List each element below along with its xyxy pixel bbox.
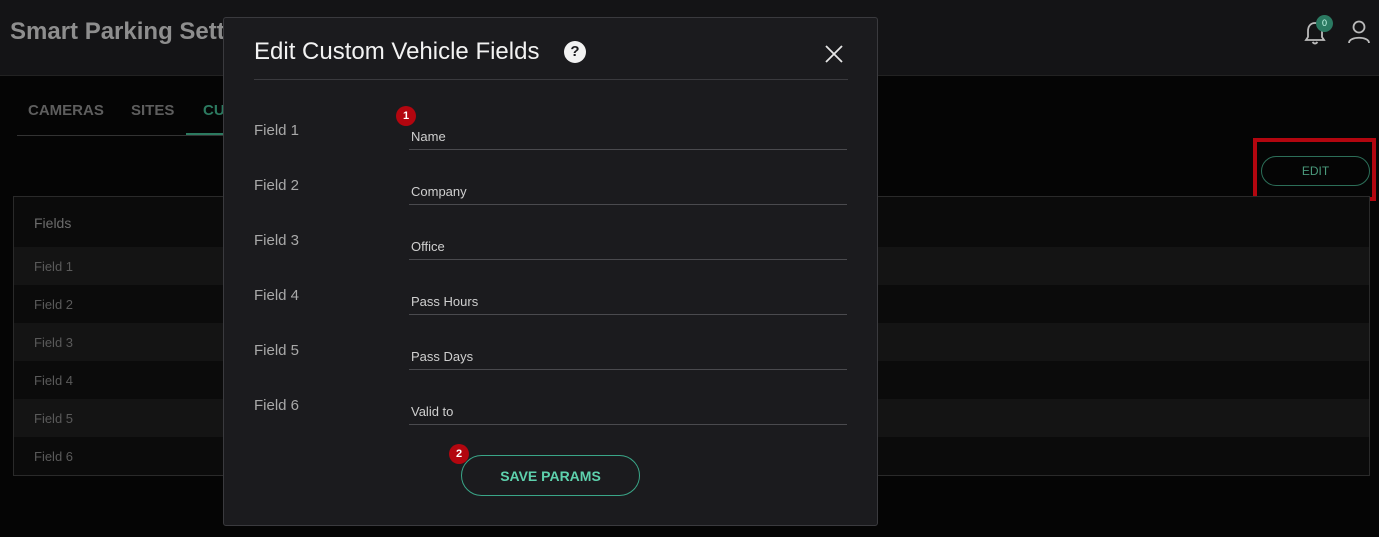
field-1-input[interactable] xyxy=(409,124,847,150)
field-label: Field 3 xyxy=(254,232,300,249)
field-2-input[interactable] xyxy=(409,179,847,205)
table-cell: Field 3 xyxy=(34,335,74,350)
field-label: Field 5 xyxy=(254,342,300,359)
table-cell: Field 2 xyxy=(34,297,74,312)
notification-badge: 0 xyxy=(1316,15,1333,32)
field-label: Field 4 xyxy=(254,287,300,304)
field-6-input[interactable] xyxy=(409,399,847,425)
user-icon[interactable] xyxy=(1348,20,1370,44)
edit-fields-modal: Edit Custom Vehicle Fields ? Field 1 Fie… xyxy=(223,17,878,526)
table-cell: Field 5 xyxy=(34,411,74,426)
modal-divider xyxy=(254,79,848,80)
page-title: Smart Parking Sett xyxy=(10,18,225,45)
field-label: Field 2 xyxy=(254,177,300,194)
tab-cameras[interactable]: CAMERAS xyxy=(28,102,104,119)
field-3-input[interactable] xyxy=(409,234,847,260)
field-label: Field 6 xyxy=(254,397,300,414)
close-icon[interactable] xyxy=(824,44,844,64)
tab-sites[interactable]: SITES xyxy=(131,102,174,119)
step-badge-2: 2 xyxy=(449,444,469,464)
table-header: Fields xyxy=(34,215,72,231)
active-tab-indicator xyxy=(186,133,226,135)
table-cell: Field 6 xyxy=(34,449,74,464)
field-label: Field 1 xyxy=(254,122,300,139)
help-icon[interactable]: ? xyxy=(564,41,586,63)
edit-button[interactable]: EDIT xyxy=(1261,156,1370,186)
field-4-input[interactable] xyxy=(409,289,847,315)
modal-title: Edit Custom Vehicle Fields xyxy=(254,38,540,65)
save-params-button[interactable]: SAVE PARAMS xyxy=(461,455,640,496)
step-badge-1: 1 xyxy=(396,106,416,126)
table-cell: Field 4 xyxy=(34,373,74,388)
table-cell: Field 1 xyxy=(34,259,74,274)
field-5-input[interactable] xyxy=(409,344,847,370)
tab-custom-fields[interactable]: CU xyxy=(203,102,225,119)
settings-tabs: CAMERAS SITES CU xyxy=(17,90,237,136)
